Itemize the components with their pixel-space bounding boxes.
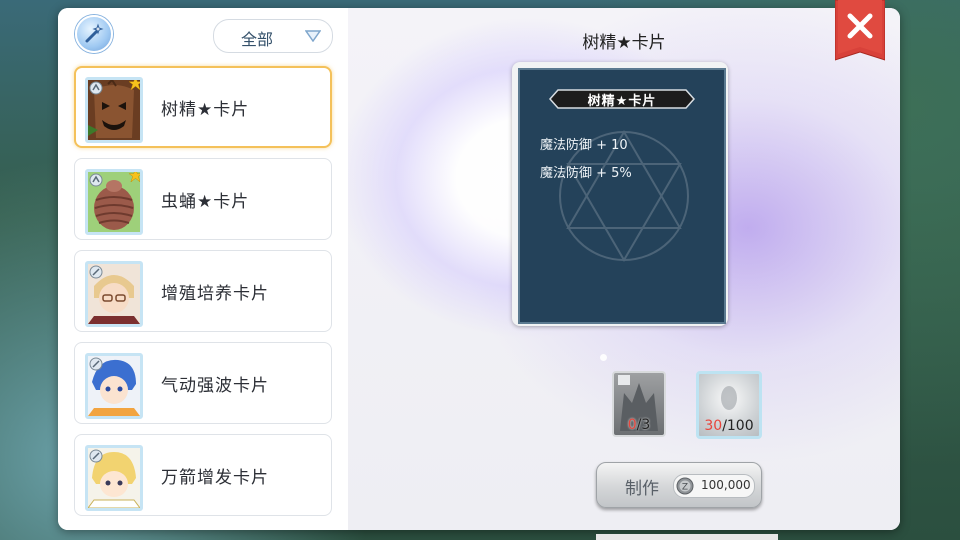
card-thumbnail (85, 77, 143, 143)
card-name-banner: 树精★卡片 (548, 88, 696, 110)
zeny-coin-icon: Z (676, 477, 694, 495)
banner-label: 树精★卡片 (587, 94, 657, 109)
list-item[interactable]: 万箭增发卡片 (74, 434, 332, 516)
sparkle-dot (600, 354, 607, 361)
card-type-icon (89, 357, 103, 371)
list-item[interactable]: 气动强波卡片 (74, 342, 332, 424)
svg-text:Z: Z (682, 483, 688, 493)
card-name: 虫蛹★卡片 (161, 192, 250, 212)
star-icon (129, 172, 140, 182)
card-detail-pane: 树精★卡片 树精★卡片 魔法防御 + 10 魔法防御 + 5% 0/3 30/1… (348, 8, 900, 530)
bottom-bar (596, 534, 778, 540)
material-slot-powder[interactable]: 30/100 (696, 371, 762, 439)
card-thumbnail (85, 261, 143, 327)
material-need: /100 (722, 418, 754, 434)
list-item[interactable]: 树精★卡片 (74, 66, 332, 148)
card-craft-panel: 全部 树精★卡片 虫蛹★卡片 增殖培养卡片 气动强波卡片 万箭增发卡片 树精★卡… (58, 8, 900, 530)
card-thumbnail (85, 169, 143, 235)
card-type-icon (89, 449, 103, 463)
material-count: 0/3 (614, 417, 664, 433)
cost-amount: 100,000 (701, 478, 751, 492)
list-item[interactable]: 增殖培养卡片 (74, 250, 332, 332)
card-list: 树精★卡片 虫蛹★卡片 增殖培养卡片 气动强波卡片 万箭增发卡片 (74, 66, 332, 526)
star-icon (129, 80, 140, 90)
close-button[interactable] (834, 0, 886, 64)
chevron-down-icon (305, 30, 321, 42)
craft-cost: Z 100,000 (673, 474, 755, 498)
card-type-icon (89, 81, 103, 95)
material-count: 30/100 (699, 418, 759, 434)
card-name: 增殖培养卡片 (161, 284, 269, 304)
material-have: 30 (704, 418, 723, 434)
card-name: 万箭增发卡片 (161, 468, 269, 488)
material-have: 0 (627, 417, 637, 433)
material-slot-card[interactable]: 0/3 (612, 371, 666, 437)
card-type-icon (89, 173, 103, 187)
card-list-pane: 全部 树精★卡片 虫蛹★卡片 增殖培养卡片 气动强波卡片 万箭增发卡片 (58, 8, 348, 530)
filter-dropdown[interactable]: 全部 (213, 19, 333, 53)
list-item[interactable]: 虫蛹★卡片 (74, 158, 332, 240)
card-thumbnail (85, 353, 143, 419)
card-type-icon (89, 265, 103, 279)
craft-label: 制作 (625, 479, 659, 499)
material-need: /3 (636, 417, 651, 433)
card-name: 树精★卡片 (161, 100, 250, 120)
detail-title: 树精★卡片 (582, 33, 666, 53)
craft-button[interactable]: 制作 Z 100,000 (596, 462, 762, 508)
wand-icon[interactable] (75, 15, 113, 53)
card-thumbnail (85, 445, 143, 511)
close-icon (834, 0, 886, 61)
card-name: 气动强波卡片 (161, 376, 269, 396)
filter-label: 全部 (241, 30, 274, 49)
stat-line: 魔法防御 + 5% (540, 166, 632, 181)
card-face: 树精★卡片 魔法防御 + 10 魔法防御 + 5% (518, 68, 726, 324)
card-preview: 树精★卡片 魔法防御 + 10 魔法防御 + 5% (512, 62, 728, 326)
stat-line: 魔法防御 + 10 (540, 138, 628, 153)
